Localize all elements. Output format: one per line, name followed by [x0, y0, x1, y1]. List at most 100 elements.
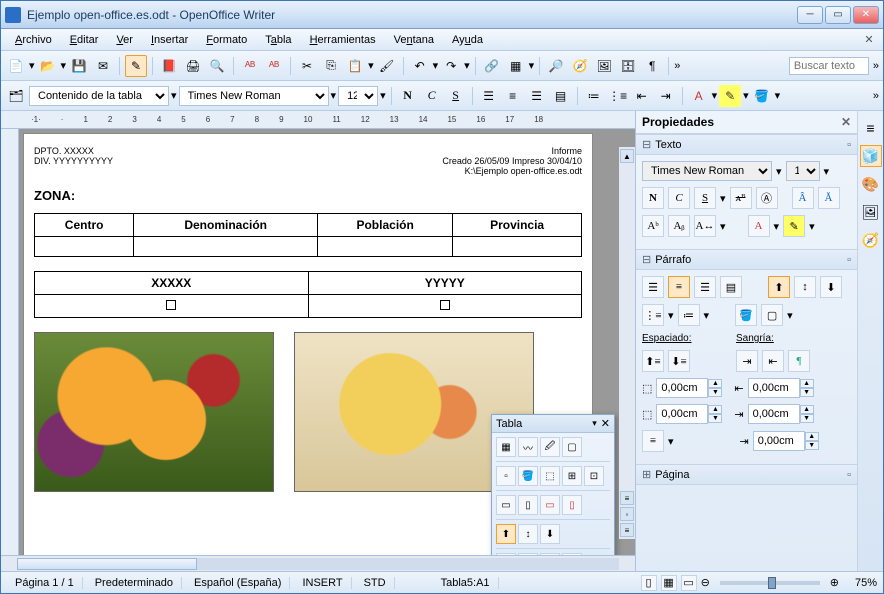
- zoom-knob[interactable]: [768, 577, 776, 589]
- hscroll-thumb[interactable]: [17, 558, 197, 570]
- tbl-inscol-button[interactable]: ▯: [518, 553, 538, 555]
- zoom-out-button[interactable]: ⊖: [701, 576, 710, 589]
- cut-button[interactable]: ✂: [296, 55, 318, 77]
- copy-button[interactable]: ⎘: [320, 55, 342, 77]
- sb-hanging-button[interactable]: ¶: [788, 350, 810, 372]
- highlight-dropdown[interactable]: ▾: [743, 89, 749, 102]
- sidebar-close-icon[interactable]: ✕: [841, 115, 851, 129]
- menu-ayuda[interactable]: Ayuda: [444, 32, 491, 48]
- spin-up[interactable]: ▲: [708, 405, 722, 414]
- horizontal-ruler[interactable]: ·1··123456789101112131415161718: [1, 111, 635, 129]
- tbl-valign-bot-button[interactable]: ⬇: [540, 524, 560, 544]
- t1-cell[interactable]: [134, 237, 318, 257]
- t1-cell[interactable]: [318, 237, 453, 257]
- spin-up[interactable]: ▲: [708, 379, 722, 388]
- vertical-scrollbar[interactable]: ▲ ≡ ◦ ≡: [619, 147, 635, 539]
- sb-size-arrow[interactable]: ▾: [824, 165, 830, 178]
- tbl-line-color-button[interactable]: 🖉: [540, 437, 560, 457]
- view-multi-button[interactable]: ▦: [661, 575, 677, 591]
- table-dropdown[interactable]: ▾: [529, 59, 535, 72]
- sb-linespacing-dropdown[interactable]: ▾: [668, 435, 674, 448]
- space-above-input[interactable]: [656, 378, 708, 398]
- tbl-valign-top-button[interactable]: ⬆: [496, 524, 516, 544]
- para-style-arrow[interactable]: ▾: [171, 89, 177, 102]
- sb-tab-styles[interactable]: 🎨: [860, 173, 882, 195]
- hyperlink-button[interactable]: 🔗: [481, 55, 503, 77]
- spin-down[interactable]: ▼: [708, 414, 722, 423]
- sb-border-dropdown[interactable]: ▾: [787, 309, 793, 322]
- print-button[interactable]: 🖨: [182, 55, 204, 77]
- sb-italic-button[interactable]: C: [668, 187, 690, 209]
- spin-down[interactable]: ▼: [800, 414, 814, 423]
- nonprint-button[interactable]: ¶: [641, 55, 663, 77]
- sb-bullets-button[interactable]: ⋮≡: [642, 304, 664, 326]
- align-left-button[interactable]: ☰: [478, 85, 500, 107]
- t2-h-x[interactable]: XXXXX: [35, 272, 309, 295]
- styles-button[interactable]: 🗂: [5, 85, 27, 107]
- nav-down-button[interactable]: ≡: [620, 523, 634, 537]
- view-book-button[interactable]: ▭: [681, 575, 697, 591]
- sb-valign-top-button[interactable]: ⬆: [768, 276, 790, 298]
- navigator-button[interactable]: 🧭: [569, 55, 591, 77]
- sb-inc-space-button[interactable]: ⬆≡: [642, 350, 664, 372]
- menu-archivo[interactable]: Archivo: [7, 32, 60, 48]
- sb-spacing-button[interactable]: A↔: [694, 215, 716, 237]
- collapse-icon[interactable]: ⊟: [642, 253, 651, 266]
- highlight-button[interactable]: ✎: [719, 85, 741, 107]
- tbl-merge-button[interactable]: ⬚: [540, 466, 560, 486]
- spellcheck-button[interactable]: ᴬᴮ: [239, 55, 261, 77]
- italic-button[interactable]: C: [421, 85, 443, 107]
- sb-spacing-dropdown[interactable]: ▾: [720, 220, 726, 233]
- zoom-in-button[interactable]: ⊕: [830, 576, 839, 589]
- tbl-delrow2-button[interactable]: ▭: [540, 553, 560, 555]
- floating-table-toolbar[interactable]: Tabla ▾ ✕ ▦〰🖉▢ ▫🪣⬚⊞⊡ ▭▯▭▯ ⬆↕⬇: [491, 414, 615, 555]
- bg-color-button[interactable]: 🪣: [751, 85, 773, 107]
- sb-align-justify-button[interactable]: ▤: [720, 276, 742, 298]
- sb-super-button[interactable]: Aᵇ: [642, 215, 664, 237]
- indent-left-input[interactable]: [748, 378, 800, 398]
- menu-tabla[interactable]: Tabla: [257, 32, 299, 48]
- spin-down[interactable]: ▼: [805, 441, 819, 450]
- number-list-button[interactable]: ≔: [583, 85, 605, 107]
- paste-button[interactable]: 📋: [344, 55, 366, 77]
- undo-dropdown[interactable]: ▾: [433, 59, 439, 72]
- sb-dec-indent-button[interactable]: ⇤: [762, 350, 784, 372]
- search-input[interactable]: [789, 57, 869, 75]
- email-button[interactable]: ✉: [92, 55, 114, 77]
- space-below-input[interactable]: [656, 404, 708, 424]
- status-std[interactable]: STD: [356, 577, 395, 589]
- datasources-button[interactable]: 🗄: [617, 55, 639, 77]
- toolbar1-overflow[interactable]: »: [674, 60, 680, 72]
- find-button[interactable]: 🔎: [545, 55, 567, 77]
- redo-dropdown[interactable]: ▾: [464, 59, 470, 72]
- tbl-noborder-button[interactable]: ▫: [496, 466, 516, 486]
- sb-tab-menu[interactable]: ≡: [860, 117, 882, 139]
- sb-align-right-button[interactable]: ☰: [694, 276, 716, 298]
- sb-border-button[interactable]: ▢: [761, 304, 783, 326]
- collapse-icon[interactable]: ⊟: [642, 138, 651, 151]
- expand-icon[interactable]: ⊞: [642, 468, 651, 481]
- sb-size-combo[interactable]: 12: [786, 161, 820, 181]
- t1-h-denominacion[interactable]: Denominación: [134, 214, 318, 237]
- status-page[interactable]: Página 1 / 1: [7, 577, 83, 589]
- gallery-button[interactable]: 🖼: [593, 55, 615, 77]
- tbl-optimize-button[interactable]: ⊡: [584, 466, 604, 486]
- font-name-combo[interactable]: Times New Roman: [179, 86, 329, 106]
- t2-cell[interactable]: [35, 295, 309, 318]
- tbl-bg-button[interactable]: 🪣: [518, 466, 538, 486]
- redo-button[interactable]: ↷: [440, 55, 462, 77]
- font-name-arrow[interactable]: ▾: [331, 89, 337, 102]
- status-lang[interactable]: Español (España): [186, 577, 290, 589]
- table-button[interactable]: ▦: [505, 55, 527, 77]
- indent-button[interactable]: ⇥: [655, 85, 677, 107]
- spin-down[interactable]: ▼: [708, 388, 722, 397]
- zoom-value[interactable]: 75%: [843, 577, 877, 589]
- scroll-up-button[interactable]: ▲: [620, 149, 634, 163]
- close-document-button[interactable]: ✕: [861, 32, 877, 48]
- sb-strike-button[interactable]: ᴀᴮ: [730, 187, 752, 209]
- menu-formato[interactable]: Formato: [198, 32, 255, 48]
- t1-cell[interactable]: [35, 237, 134, 257]
- sb-valign-bot-button[interactable]: ⬇: [820, 276, 842, 298]
- minimize-button[interactable]: ─: [797, 6, 823, 24]
- sb-fontcolor-dropdown[interactable]: ▾: [774, 220, 780, 233]
